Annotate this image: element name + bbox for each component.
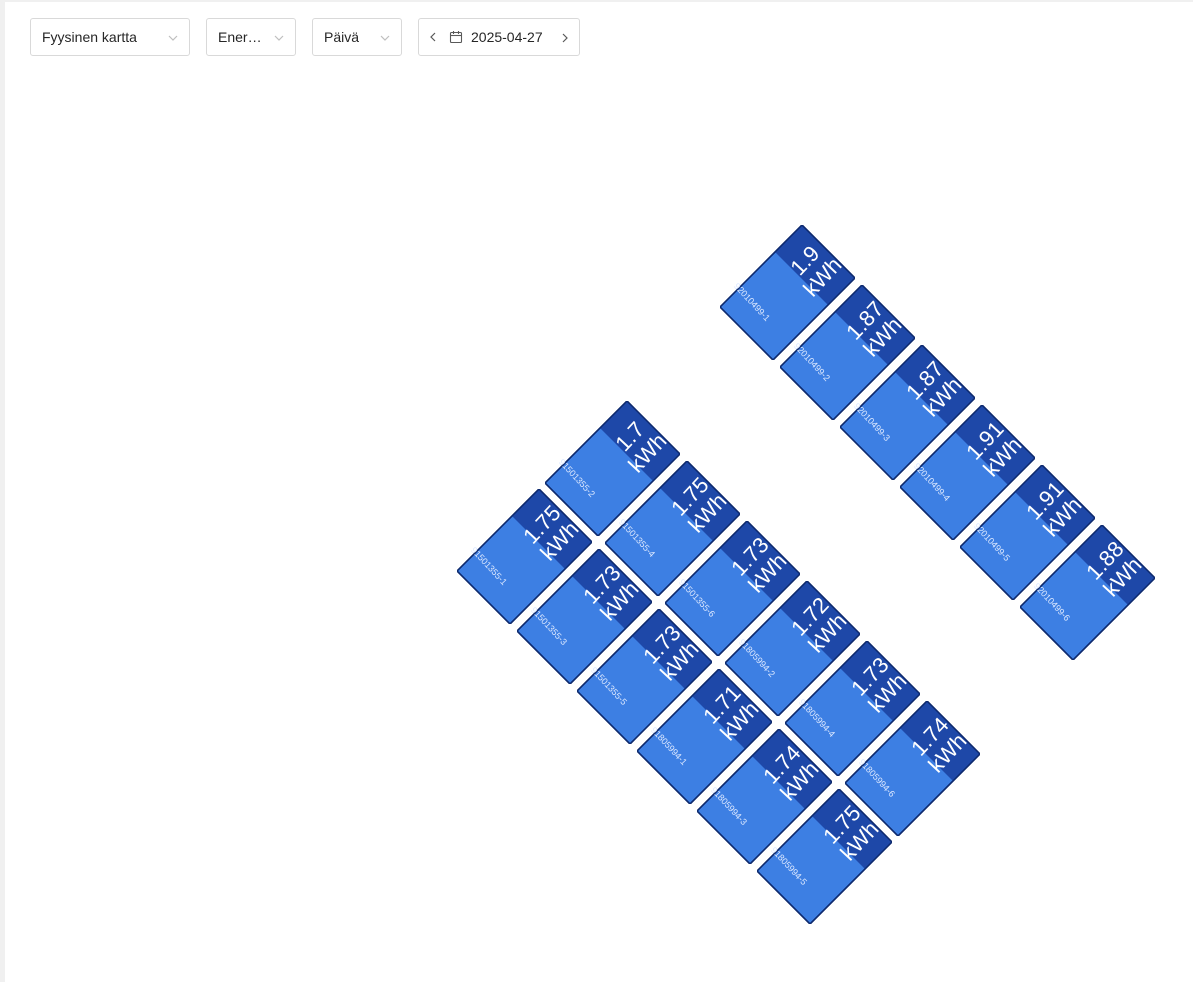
panel-map: 1.9 kWh 92010499-1 1.87 kWh 92010499-2 1.87 kWh… (0, 0, 1193, 982)
solar-panel[interactable]: 1.88 kWh 92010499-6 (1020, 525, 1155, 660)
solar-panel[interactable]: 1.75 kWh 91805994-5 (757, 789, 892, 924)
